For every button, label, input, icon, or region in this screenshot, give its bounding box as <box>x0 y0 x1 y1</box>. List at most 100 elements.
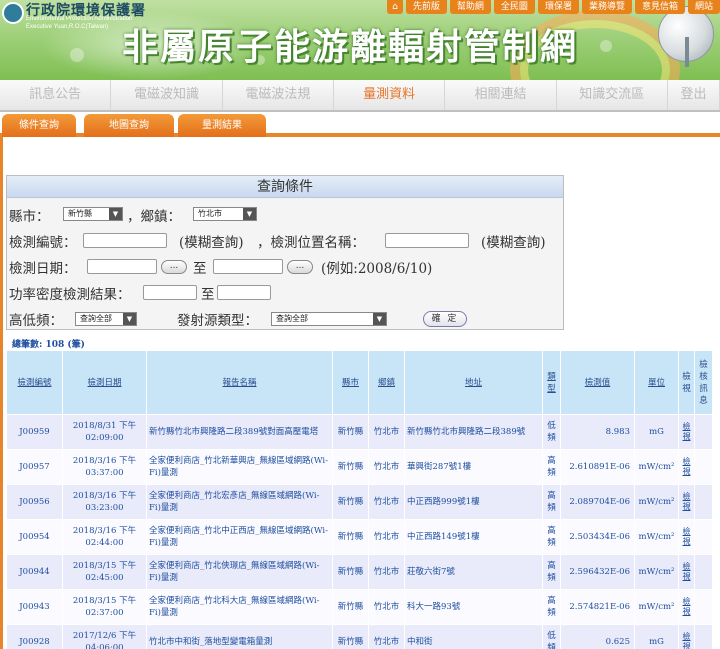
view-link[interactable]: 檢視 <box>678 624 695 649</box>
township-select[interactable]: 竹北市 ▼ <box>193 207 257 221</box>
power-to-input[interactable] <box>217 285 271 300</box>
nav-item-measurement-data[interactable]: 量測資料 <box>334 80 446 110</box>
tab-condition-query[interactable]: 條件查詢 <box>2 114 76 137</box>
top-link[interactable]: 全民圖 <box>493 0 535 14</box>
table-row: J00957 2018/3/16 下午 03:37:00 全家便利商店_竹北新華… <box>6 449 713 485</box>
date-to-input[interactable] <box>213 259 283 274</box>
cell-address: 中和街 <box>404 624 543 649</box>
column-header-type[interactable]: 類型 <box>542 350 561 415</box>
view-link[interactable]: 檢視 <box>678 484 695 520</box>
query-form-title: 查詢條件 <box>7 176 563 198</box>
column-header-date[interactable]: 檢測日期 <box>62 350 147 415</box>
tab-measurement-results[interactable]: 量測結果 <box>178 114 266 137</box>
nav-item-announcements[interactable]: 訊息公告 <box>0 80 112 110</box>
cell-id: J00944 <box>6 554 63 590</box>
cell-township: 竹北市 <box>368 519 405 555</box>
county-select[interactable]: 新竹縣 ▼ <box>63 207 123 221</box>
cell-type: 高頻 <box>542 449 561 485</box>
location-name-input[interactable] <box>385 233 469 248</box>
cell-check-message <box>694 554 713 590</box>
cell-county: 新竹縣 <box>332 414 369 450</box>
location-name-label: ，檢測位置名稱： <box>257 235 365 251</box>
results-table: 檢測編號 檢測日期 報告名稱 縣市 鄉鎮 地址 類型 檢測值 單位 檢視 檢核訊… <box>6 350 713 649</box>
column-header-value[interactable]: 檢測值 <box>560 350 635 415</box>
top-links-bar: ⌂ 先前版 幫助網 全民圖 環保署 業務導覽 意見信箱 網站 <box>387 0 720 14</box>
cell-unit: mG <box>634 414 679 450</box>
nav-item-logout[interactable]: 登出 <box>668 80 720 110</box>
column-header-county[interactable]: 縣市 <box>332 350 369 415</box>
fuzzy-hint: (模糊查詢) <box>179 235 244 251</box>
cell-address: 中正西路149號1樓 <box>404 519 543 555</box>
view-link[interactable]: 檢視 <box>678 519 695 555</box>
column-header-report-name[interactable]: 報告名稱 <box>146 350 333 415</box>
date-example-hint: (例如:2008/6/10) <box>321 261 433 277</box>
top-link[interactable]: 意見信箱 <box>634 0 685 14</box>
tab-map-query[interactable]: 地圖查詢 <box>84 114 174 137</box>
cell-unit: mW/cm² <box>634 589 679 625</box>
cell-date: 2018/3/16 下午 03:23:00 <box>62 484 147 520</box>
cell-report-name: 全家便利商店_竹北宏彥店_無線區域網路(Wi-Fi)量測 <box>146 484 333 520</box>
view-link[interactable]: 檢視 <box>678 589 695 625</box>
nav-item-related-links[interactable]: 相關連結 <box>445 80 557 110</box>
date-label: 檢測日期： <box>9 261 77 277</box>
home-icon[interactable]: ⌂ <box>387 0 403 14</box>
top-link[interactable]: 先前版 <box>405 0 447 14</box>
cell-type: 高頻 <box>542 519 561 555</box>
cell-id: J00956 <box>6 484 63 520</box>
cell-check-message <box>694 589 713 625</box>
epa-logo-icon[interactable] <box>2 2 24 24</box>
top-link[interactable]: 業務導覽 <box>581 0 632 14</box>
column-header-township[interactable]: 鄉鎮 <box>368 350 405 415</box>
cell-date: 2018/3/16 下午 03:37:00 <box>62 449 147 485</box>
column-header-address[interactable]: 地址 <box>404 350 543 415</box>
nav-item-knowledge-exchange[interactable]: 知識交流區 <box>557 80 668 110</box>
cell-date: 2018/3/16 下午 02:44:00 <box>62 519 147 555</box>
cell-report-name: 全家便利商店_竹北中正西店_無線區域網路(Wi-Fi)量測 <box>146 519 333 555</box>
cell-value: 2.610891E-06 <box>560 449 635 485</box>
nav-item-emf-regulations[interactable]: 電磁波法規 <box>223 80 334 110</box>
date-from-input[interactable] <box>87 259 157 274</box>
measurement-id-input[interactable] <box>83 233 167 248</box>
column-header-id[interactable]: 檢測編號 <box>6 350 63 415</box>
cell-address: 中正西路999號1樓 <box>404 484 543 520</box>
cell-type: 高頻 <box>542 589 561 625</box>
top-link[interactable]: 網站 <box>687 0 720 14</box>
org-name-en-2: Executive Yuan,R.O.C(Taiwan) <box>26 24 109 30</box>
chevron-down-icon: ▼ <box>373 313 386 325</box>
cell-township: 竹北市 <box>368 589 405 625</box>
view-link[interactable]: 檢視 <box>678 414 695 450</box>
power-from-input[interactable] <box>143 285 197 300</box>
date-to-picker-button[interactable]: ... <box>287 260 313 274</box>
date-from-picker-button[interactable]: ... <box>161 260 187 274</box>
power-density-label: 功率密度檢測結果： <box>9 287 131 303</box>
cell-id: J00943 <box>6 589 63 625</box>
cell-type: 高頻 <box>542 554 561 590</box>
org-name-en: Environmental Protection Administration <box>26 16 133 22</box>
cell-report-name: 全家便利商店_竹北科大店_無線區域網路(Wi-Fi)量測 <box>146 589 333 625</box>
column-header-unit[interactable]: 單位 <box>634 350 679 415</box>
sub-nav: 條件查詢 地圖查詢 量測結果 <box>0 113 720 137</box>
chevron-down-icon: ▼ <box>123 313 136 325</box>
table-header-row: 檢測編號 檢測日期 報告名稱 縣市 鄉鎮 地址 類型 檢測值 單位 檢視 檢核訊… <box>6 350 713 415</box>
view-link[interactable]: 檢視 <box>678 449 695 485</box>
cell-county: 新竹縣 <box>332 624 369 649</box>
cell-report-name: 全家便利商店_竹北俠璟店_無線區域網路(Wi-Fi)量測 <box>146 554 333 590</box>
top-link[interactable]: 環保署 <box>537 0 579 14</box>
cell-report-name: 全家便利商店_竹北新華興店_無線區域網路(Wi-Fi)量測 <box>146 449 333 485</box>
nav-item-emf-knowledge[interactable]: 電磁波知識 <box>111 80 223 110</box>
top-link[interactable]: 幫助網 <box>449 0 491 14</box>
view-link[interactable]: 檢視 <box>678 554 695 590</box>
table-row: J00956 2018/3/16 下午 03:23:00 全家便利商店_竹北宏彥… <box>6 484 713 520</box>
cell-county: 新竹縣 <box>332 484 369 520</box>
source-type-select[interactable]: 查詢全部 ▼ <box>271 312 387 326</box>
chevron-down-icon: ▼ <box>243 208 256 220</box>
site-title: 非屬原子能游離輻射管制網 <box>122 27 579 68</box>
table-row: J00928 2017/12/6 下午 04:06:00 竹北市中和街_落地型變… <box>6 624 713 649</box>
frequency-select[interactable]: 查詢全部 ▼ <box>75 312 137 326</box>
cell-address: 科大一路93號 <box>404 589 543 625</box>
cell-address: 新竹縣竹北市興隆路二段389號 <box>404 414 543 450</box>
submit-button[interactable]: 確 定 <box>423 311 467 327</box>
cell-address: 華興街287號1樓 <box>404 449 543 485</box>
total-count: 總筆數: 108 (筆) <box>12 340 85 350</box>
fuzzy-hint-2: (模糊查詢) <box>481 235 546 251</box>
